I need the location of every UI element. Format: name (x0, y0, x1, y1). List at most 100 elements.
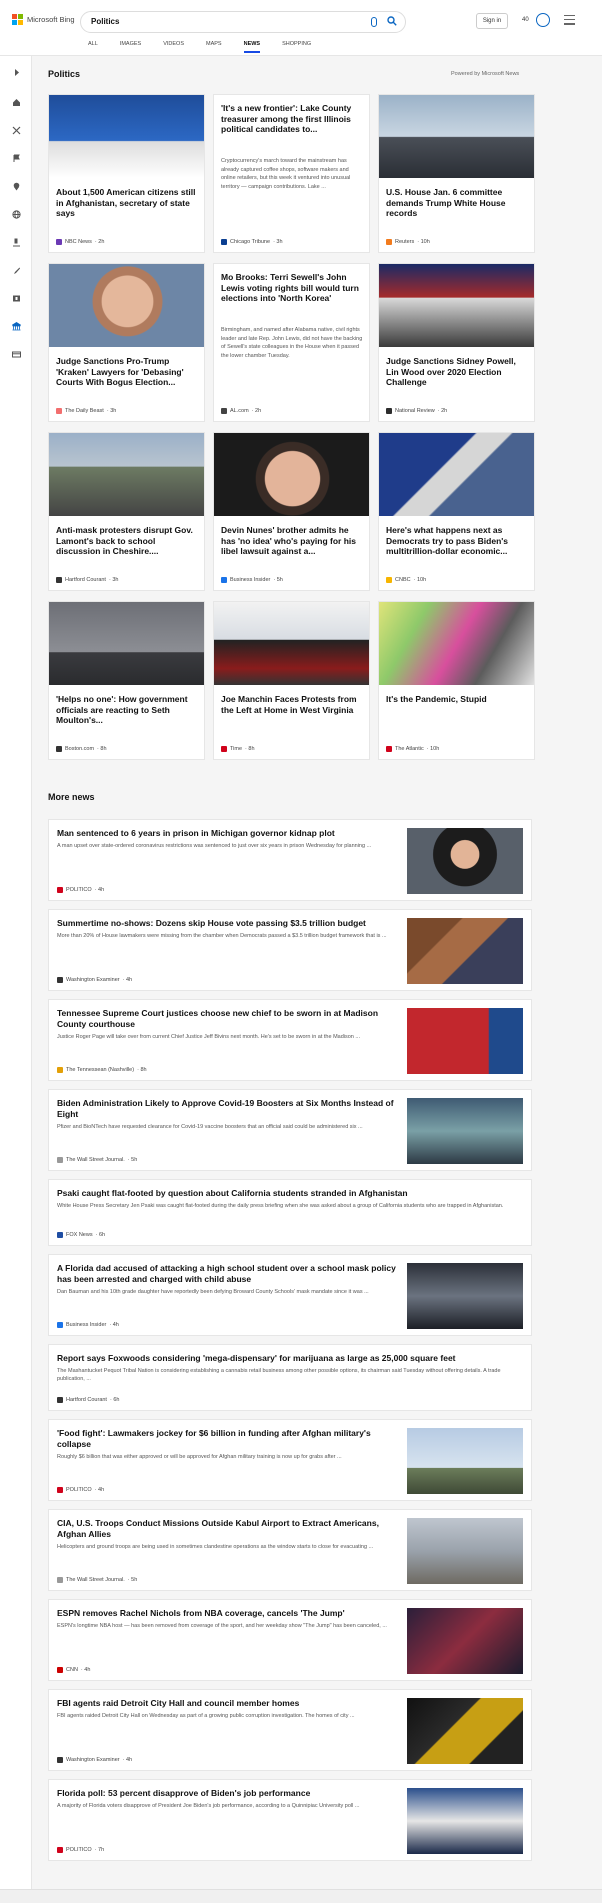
card-image[interactable] (49, 264, 204, 347)
news-thumbnail[interactable] (407, 1698, 523, 1764)
card-title[interactable]: Judge Sanctions Sidney Powell, Lin Wood … (386, 356, 528, 388)
money-icon[interactable] (12, 350, 21, 359)
news-headline[interactable]: Man sentenced to 6 years in prison in Mi… (57, 828, 402, 839)
news-source[interactable]: FOX News · 6h (57, 1232, 105, 1238)
rewards-icon[interactable] (536, 13, 550, 27)
card-image[interactable] (214, 602, 369, 685)
news-thumbnail[interactable] (407, 1008, 523, 1074)
card-source[interactable]: The Atlantic · 10h (386, 746, 439, 752)
card-image[interactable] (379, 433, 534, 516)
news-headline[interactable]: ESPN removes Rachel Nichols from NBA cov… (57, 1608, 402, 1619)
news-headline[interactable]: Biden Administration Likely to Approve C… (57, 1098, 402, 1120)
expand-icon[interactable] (12, 68, 21, 77)
news-source[interactable]: The Tennessean (Nashville) · 8h (57, 1067, 147, 1073)
news-headline[interactable]: Report says Foxwoods considering 'mega-d… (57, 1353, 525, 1364)
card-title[interactable]: It's the Pandemic, Stupid (386, 694, 528, 705)
news-card[interactable]: Joe Manchin Faces Protests from the Left… (213, 601, 370, 760)
bing-logo[interactable]: Microsoft Bing (12, 14, 75, 25)
news-list-item[interactable]: ESPN removes Rachel Nichols from NBA cov… (48, 1599, 532, 1681)
card-title[interactable]: 'Helps no one': How government officials… (56, 694, 198, 726)
news-headline[interactable]: Tennessee Supreme Court justices choose … (57, 1008, 402, 1030)
tab-shopping[interactable]: SHOPPING (282, 41, 311, 53)
news-headline[interactable]: 'Food fight': Lawmakers jockey for $6 bi… (57, 1428, 402, 1450)
rocket-icon[interactable] (12, 266, 21, 275)
news-card[interactable]: It's the Pandemic, Stupid The Atlantic · 1… (378, 601, 535, 760)
card-image[interactable] (379, 264, 534, 347)
news-headline[interactable]: FBI agents raid Detroit City Hall and co… (57, 1698, 402, 1709)
microphone-icon[interactable] (371, 17, 377, 27)
card-source[interactable]: Reuters · 10h (386, 239, 430, 245)
news-thumbnail[interactable] (407, 1428, 523, 1494)
news-card[interactable]: Mo Brooks: Terri Sewell's John Lewis vot… (213, 263, 370, 422)
news-card[interactable]: Anti-mask protesters disrupt Gov. Lamont… (48, 432, 205, 591)
location-icon[interactable] (12, 182, 21, 191)
card-image[interactable] (379, 95, 534, 178)
card-title[interactable]: Judge Sanctions Pro-Trump 'Kraken' Lawye… (56, 356, 198, 388)
card-title[interactable]: U.S. House Jan. 6 committee demands Trum… (386, 187, 528, 219)
news-card[interactable]: Judge Sanctions Pro-Trump 'Kraken' Lawye… (48, 263, 205, 422)
hamburger-menu-icon[interactable] (564, 15, 575, 25)
news-headline[interactable]: Florida poll: 53 percent disapprove of B… (57, 1788, 402, 1799)
sign-in-button[interactable]: Sign in (476, 13, 508, 29)
home-icon[interactable] (12, 98, 21, 107)
news-list-item[interactable]: Summertime no-shows: Dozens skip House v… (48, 909, 532, 991)
news-list-item[interactable]: FBI agents raid Detroit City Hall and co… (48, 1689, 532, 1771)
card-title[interactable]: Anti-mask protesters disrupt Gov. Lamont… (56, 525, 198, 557)
news-card[interactable]: Here's what happens next as Democrats tr… (378, 432, 535, 591)
news-list-item[interactable]: Florida poll: 53 percent disapprove of B… (48, 1779, 532, 1861)
news-source[interactable]: The Wall Street Journal. · 5h (57, 1157, 137, 1163)
microscope-icon[interactable] (12, 238, 21, 247)
card-image[interactable] (49, 433, 204, 516)
news-thumbnail[interactable] (407, 1608, 523, 1674)
news-thumbnail[interactable] (407, 828, 523, 894)
card-source[interactable]: National Review · 2h (386, 408, 447, 414)
news-headline[interactable]: Psaki caught flat-footed by question abo… (57, 1188, 525, 1199)
card-title[interactable]: Mo Brooks: Terri Sewell's John Lewis vot… (221, 272, 363, 304)
news-thumbnail[interactable] (407, 1518, 523, 1584)
news-list-item[interactable]: Psaki caught flat-footed by question abo… (48, 1179, 532, 1246)
news-headline[interactable]: CIA, U.S. Troops Conduct Missions Outsid… (57, 1518, 402, 1540)
news-card[interactable]: 'It's a new frontier': Lake County treas… (213, 94, 370, 253)
news-thumbnail[interactable] (407, 918, 523, 984)
tab-videos[interactable]: VIDEOS (163, 41, 184, 53)
news-source[interactable]: POLITICO · 4h (57, 1487, 104, 1493)
card-title[interactable]: Devin Nunes' brother admits he has 'no i… (221, 525, 363, 557)
card-source[interactable]: Chicago Tribune · 3h (221, 239, 283, 245)
tab-maps[interactable]: MAPS (206, 41, 222, 53)
card-source[interactable]: CNBC · 10h (386, 577, 426, 583)
news-source[interactable]: Washington Examiner · 4h (57, 977, 132, 983)
news-list-item[interactable]: Biden Administration Likely to Approve C… (48, 1089, 532, 1171)
politics-building-icon[interactable] (12, 322, 21, 331)
card-image[interactable] (49, 602, 204, 685)
card-source[interactable]: AL.com · 2h (221, 408, 261, 414)
news-source[interactable]: CNN · 4h (57, 1667, 90, 1673)
search-icon[interactable] (387, 16, 397, 26)
tab-all[interactable]: ALL (88, 41, 98, 53)
news-source[interactable]: POLITICO · 7h (57, 1847, 104, 1853)
news-source[interactable]: Business Insider · 4h (57, 1322, 119, 1328)
card-source[interactable]: Business Insider · 5h (221, 577, 283, 583)
card-title[interactable]: 'It's a new frontier': Lake County treas… (221, 103, 363, 135)
news-list-item[interactable]: Tennessee Supreme Court justices choose … (48, 999, 532, 1081)
card-source[interactable]: Time · 8h (221, 746, 255, 752)
film-icon[interactable] (12, 294, 21, 303)
news-headline[interactable]: A Florida dad accused of attacking a hig… (57, 1263, 402, 1285)
flag-icon[interactable] (12, 154, 21, 163)
card-source[interactable]: Hartford Courant · 3h (56, 577, 118, 583)
news-source[interactable]: Washington Examiner · 4h (57, 1757, 132, 1763)
tools-icon[interactable] (12, 126, 21, 135)
news-list-item[interactable]: Report says Foxwoods considering 'mega-d… (48, 1344, 532, 1411)
news-card[interactable]: U.S. House Jan. 6 committee demands Trum… (378, 94, 535, 253)
card-image[interactable] (49, 95, 204, 178)
news-source[interactable]: The Wall Street Journal. · 5h (57, 1577, 137, 1583)
news-card[interactable]: 'Helps no one': How government officials… (48, 601, 205, 760)
card-image[interactable] (379, 602, 534, 685)
news-thumbnail[interactable] (407, 1263, 523, 1329)
news-card[interactable]: Judge Sanctions Sidney Powell, Lin Wood … (378, 263, 535, 422)
tab-news[interactable]: NEWS (243, 41, 261, 53)
news-headline[interactable]: Summertime no-shows: Dozens skip House v… (57, 918, 402, 929)
globe-icon[interactable] (12, 210, 21, 219)
news-list-item[interactable]: Man sentenced to 6 years in prison in Mi… (48, 819, 532, 901)
card-source[interactable]: Boston.com · 8h (56, 746, 107, 752)
news-list-item[interactable]: A Florida dad accused of attacking a hig… (48, 1254, 532, 1336)
